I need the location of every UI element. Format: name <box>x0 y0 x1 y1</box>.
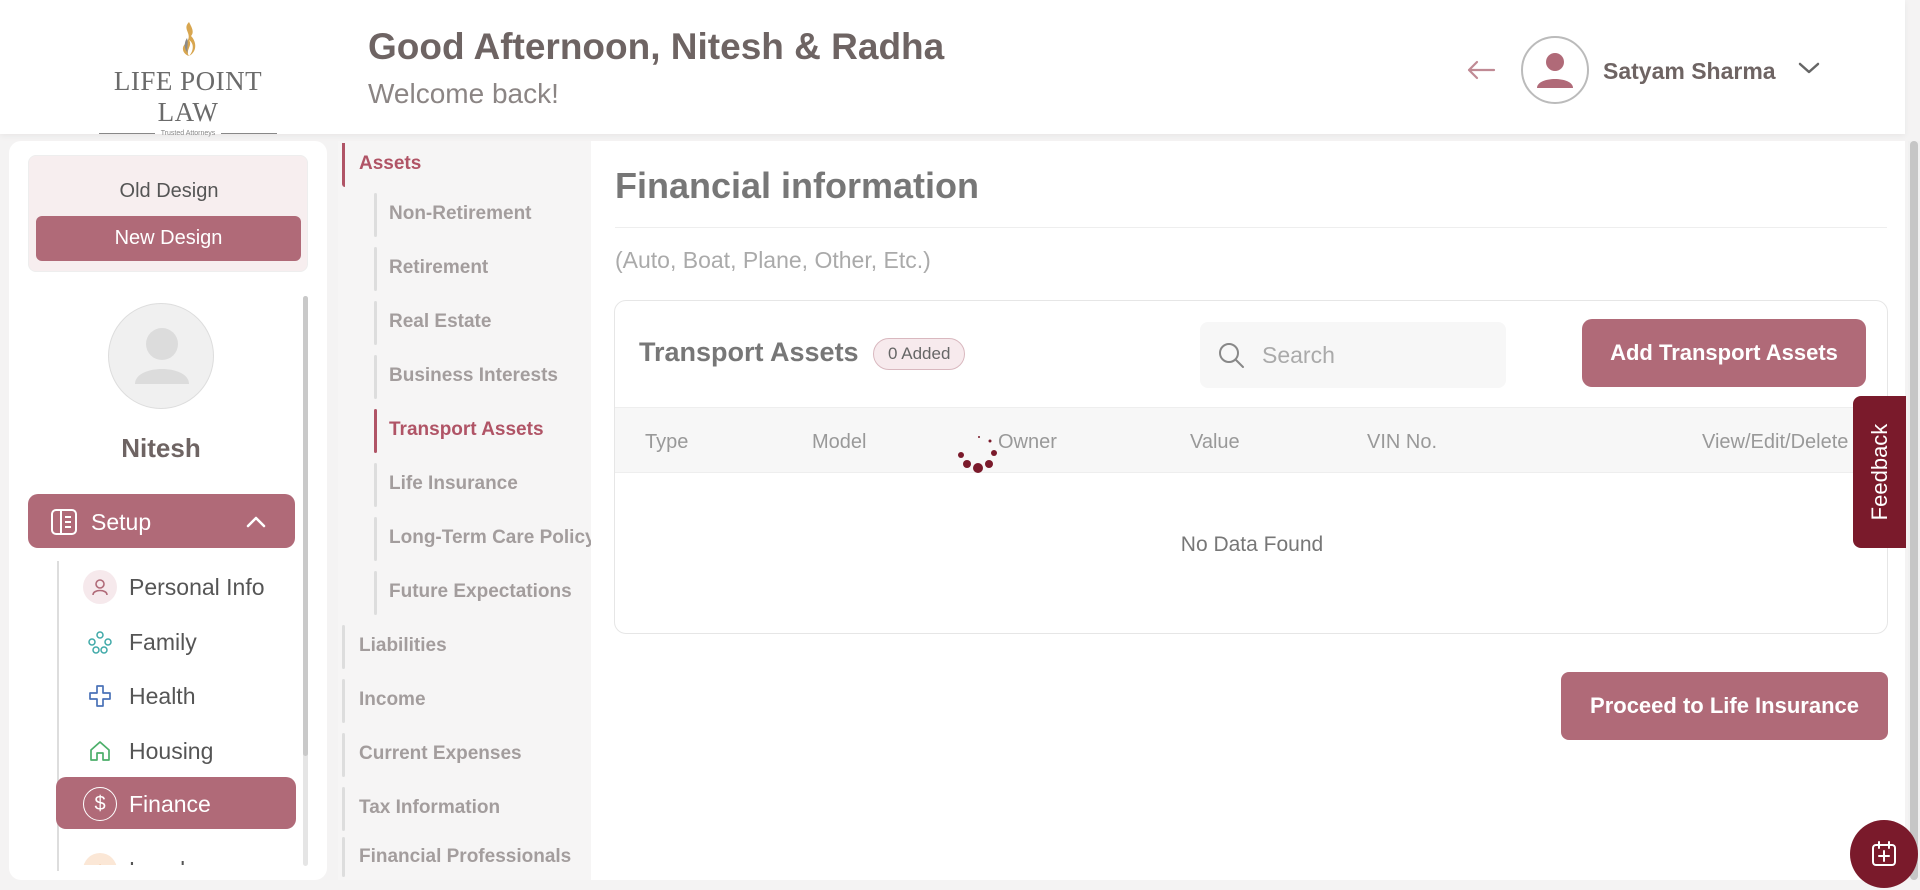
column-header: VIN No. <box>1367 431 1438 453</box>
feedback-label: Feedback <box>1866 423 1892 521</box>
subnav-business-interests[interactable]: Business Interests <box>389 365 558 387</box>
column-header: View/Edit/Delete <box>1702 431 1849 453</box>
sidebar-item-label: Personal Info <box>129 574 265 600</box>
health-cross-icon <box>83 679 117 713</box>
column-header: Model <box>812 431 867 453</box>
main-content: Financial information (Auto, Boat, Plane… <box>591 141 1905 880</box>
back-arrow-icon[interactable] <box>1466 58 1496 82</box>
logo-text: LIFE POINT LAW <box>113 66 263 127</box>
calendar-add-button[interactable] <box>1850 820 1918 888</box>
sidebar-item-family[interactable]: Family <box>56 615 296 667</box>
finance-subnav: Assets Non-Retirement Retirement Real Es… <box>338 141 596 880</box>
subnav-life-insurance[interactable]: Life Insurance <box>389 473 518 495</box>
setup-toggle[interactable]: Setup <box>28 494 295 548</box>
subnav-tax-information[interactable]: Tax Information <box>359 797 500 819</box>
search-icon <box>1219 343 1244 368</box>
empty-state-text: No Data Found <box>1180 533 1324 556</box>
subnav-retirement[interactable]: Retirement <box>389 257 488 279</box>
column-header: Value <box>1190 431 1240 453</box>
calendar-add-icon <box>1872 841 1896 866</box>
subnav-assets[interactable]: Assets <box>359 153 421 175</box>
sidebar-item-health[interactable]: Health <box>56 669 296 721</box>
sidebar-item-label: Health <box>129 683 196 709</box>
design-toggle: Old Design New Design <box>28 155 308 272</box>
page-subtitle: (Auto, Boat, Plane, Other, Etc.) <box>615 247 931 273</box>
user-name[interactable]: Satyam Sharma <box>1603 58 1776 85</box>
welcome-text: Welcome back! <box>368 78 559 109</box>
book-icon <box>51 509 77 535</box>
person-icon <box>83 570 117 604</box>
search-input[interactable] <box>1262 335 1492 375</box>
page-scrollbar[interactable] <box>1908 141 1920 880</box>
table-header: Type Model Owner Value VIN No. View/Edit… <box>615 407 1887 473</box>
subnav-transport-assets[interactable]: Transport Assets <box>389 419 544 441</box>
search-box <box>1200 322 1506 388</box>
divider <box>615 227 1887 228</box>
chevron-down-icon[interactable] <box>1797 60 1821 76</box>
count-badge: 0 Added <box>873 338 966 370</box>
profile-avatar-icon <box>135 328 189 384</box>
subnav-current-expenses[interactable]: Current Expenses <box>359 743 522 765</box>
profile-avatar <box>108 303 214 409</box>
sidebar-item-personal-info[interactable]: Personal Info <box>56 560 296 612</box>
old-design-button[interactable]: Old Design <box>29 180 309 203</box>
column-header: Type <box>645 431 689 453</box>
user-avatar[interactable] <box>1521 36 1589 104</box>
subnav-real-estate[interactable]: Real Estate <box>389 311 491 333</box>
sidebar-scrollbar[interactable] <box>303 296 308 866</box>
logo-tagline: Trusted Attorneys <box>160 130 216 137</box>
logo[interactable]: LIFE POINT LAW Trusted Attorneys <box>86 20 290 137</box>
page-title: Financial information <box>615 165 980 206</box>
card-title: Transport Assets <box>639 337 859 367</box>
header: LIFE POINT LAW Trusted Attorneys Good Af… <box>0 0 1905 137</box>
greeting-title: Good Afternoon, Nitesh & Radha <box>368 26 945 67</box>
user-avatar-icon <box>1537 53 1573 88</box>
sidebar-item-label: Family <box>129 629 197 655</box>
add-transport-assets-button[interactable]: Add Transport Assets <box>1582 319 1866 387</box>
subnav-financial-professionals[interactable]: Financial Professionals <box>359 846 571 868</box>
new-design-button[interactable]: New Design <box>36 216 301 261</box>
loading-spinner-icon <box>958 436 997 473</box>
subnav-long-term-care[interactable]: Long-Term Care Policy <box>389 527 596 549</box>
subnav-future-expectations[interactable]: Future Expectations <box>389 581 572 603</box>
legal-icon: + <box>83 853 117 865</box>
chevron-up-icon <box>246 516 266 528</box>
setup-label: Setup <box>91 509 152 535</box>
sidebar-item-finance[interactable]: $ Finance <box>56 777 296 829</box>
sidebar-item-legal[interactable]: + Legal <box>56 843 296 865</box>
house-icon <box>83 734 117 768</box>
proceed-button[interactable]: Proceed to Life Insurance <box>1561 672 1888 740</box>
profile-name: Nitesh <box>121 433 201 463</box>
subnav-non-retirement[interactable]: Non-Retirement <box>389 203 532 225</box>
subnav-income[interactable]: Income <box>359 689 426 711</box>
sidebar-item-label: Finance <box>129 791 211 817</box>
flame-logo-icon <box>182 22 196 56</box>
sidebar-item-housing[interactable]: Housing <box>56 724 296 776</box>
family-icon <box>83 625 117 659</box>
sidebar-item-label: Legal <box>129 857 185 865</box>
dollar-icon: $ <box>83 787 117 821</box>
feedback-tab[interactable]: Feedback <box>1853 396 1906 548</box>
sidebar: Old Design New Design Nitesh Setup Perso… <box>9 141 327 880</box>
subnav-liabilities[interactable]: Liabilities <box>359 635 447 657</box>
transport-assets-card: Transport Assets 0 Added Add Transport A… <box>614 300 1888 634</box>
sidebar-item-label: Housing <box>129 738 214 764</box>
